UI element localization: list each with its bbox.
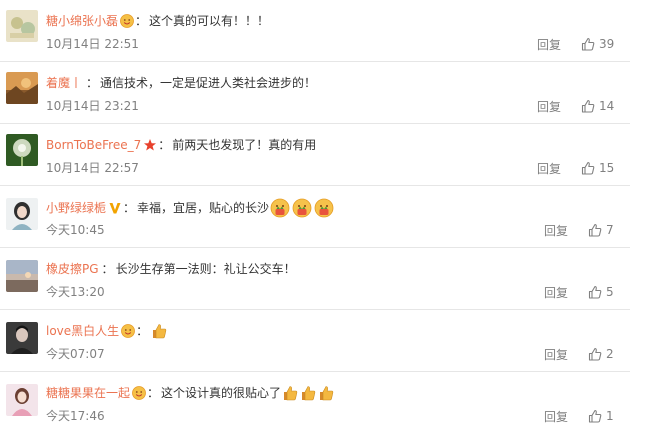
thumbs-up-emoji-icon <box>302 386 316 401</box>
avatar-sunset-sky-icon <box>6 260 38 292</box>
thumbs-up-icon <box>588 223 602 237</box>
comment-separator: ： <box>147 386 160 400</box>
comment-date: 今天10:45 <box>46 223 105 237</box>
comment-username[interactable]: 着魔丨 <box>46 74 82 92</box>
comment-item: BornToBeFree_7 ： 前两天也发现了！真的有用 10月14日 22:… <box>0 124 630 186</box>
user-avatar[interactable] <box>6 10 38 42</box>
comment-item: 糖小绵张小磊 ： 这个真的可以有！！！ 10月14日 22:51 回复 39 <box>0 0 630 62</box>
comment-item: love黑白人生 ： 今天07:07 回复 2 <box>0 310 630 372</box>
like-button[interactable]: 5 <box>588 284 614 300</box>
comment-separator: ： <box>86 76 99 90</box>
like-button[interactable]: 2 <box>588 346 614 362</box>
thumbs-up-icon <box>581 37 595 51</box>
comment-item: 糖糖果果在一起 ： 这个设计真的很贴心了 今天17:46 回复 1 <box>0 372 630 432</box>
like-count: 14 <box>599 99 615 113</box>
comment-item: 橡皮擦PG ： 长沙生存第一法则：礼让公交车！ 今天13:20 回复 5 <box>0 248 630 310</box>
reply-button[interactable]: 回复 <box>544 285 568 301</box>
reply-button[interactable]: 回复 <box>537 99 561 115</box>
reply-button[interactable]: 回复 <box>537 37 561 53</box>
comment-separator: ： <box>158 138 171 152</box>
like-count: 39 <box>599 37 615 51</box>
like-count: 2 <box>606 347 614 361</box>
reply-button[interactable]: 回复 <box>544 223 568 239</box>
comment-date: 10月14日 22:57 <box>46 161 139 175</box>
comment-date: 10月14日 22:51 <box>46 37 139 51</box>
avatar-dark-portrait-icon <box>6 322 38 354</box>
comment-username[interactable]: BornToBeFree_7 <box>46 136 141 154</box>
comment-separator: ： <box>135 14 148 28</box>
comment-date: 今天17:46 <box>46 409 105 423</box>
smiley-badge-icon <box>132 386 146 400</box>
reply-button[interactable]: 回复 <box>544 347 568 363</box>
red-star-icon <box>144 139 157 151</box>
reply-button[interactable]: 回复 <box>537 161 561 177</box>
thumbs-up-icon <box>588 409 602 423</box>
like-button[interactable]: 15 <box>581 160 614 176</box>
thumbs-up-icon <box>581 99 595 113</box>
avatar-orange-landscape-icon <box>6 72 38 104</box>
like-button[interactable]: 1 <box>588 408 614 424</box>
comment-list: 糖小绵张小磊 ： 这个真的可以有！！！ 10月14日 22:51 回复 39 着… <box>0 0 646 432</box>
thumbs-up-emoji-icon <box>320 386 334 401</box>
user-avatar[interactable] <box>6 260 38 292</box>
smiley-badge-icon <box>120 14 134 28</box>
comment-date: 今天07:07 <box>46 347 105 361</box>
avatar-green-dandelion-icon <box>6 134 38 166</box>
comment-item: 小野绿绿栀 ： 幸福，宜居，贴心的长沙 今天10:45 回复 7 <box>0 186 630 248</box>
comment-text: 这个真的可以有！！！ <box>149 14 270 28</box>
yellow-v-badge-icon <box>109 203 121 214</box>
smiley-badge-icon <box>121 324 136 338</box>
user-avatar[interactable] <box>6 134 38 166</box>
comment-username[interactable]: 糖小绵张小磊 <box>46 12 118 30</box>
thumbs-up-icon <box>588 285 602 299</box>
rose-emoji-icon <box>314 198 334 218</box>
user-avatar[interactable] <box>6 322 38 354</box>
thumbs-up-icon <box>588 347 602 361</box>
avatar-girl-portrait-icon <box>6 198 38 230</box>
user-avatar[interactable] <box>6 384 38 416</box>
comment-date: 10月14日 23:21 <box>46 99 139 113</box>
like-button[interactable]: 7 <box>588 222 614 238</box>
comment-text: 长沙生存第一法则：礼让公交车！ <box>115 262 296 276</box>
like-count: 5 <box>606 285 614 299</box>
reply-button[interactable]: 回复 <box>544 409 568 425</box>
thumbs-up-emoji-icon <box>284 386 298 401</box>
comment-username[interactable]: 糖糖果果在一起 <box>46 384 130 402</box>
comment-separator: ： <box>123 201 136 215</box>
comment-item: 着魔丨 ： 通信技术，一定是促进人类社会进步的！ 10月14日 23:21 回复… <box>0 62 630 124</box>
comment-separator: ： <box>101 262 114 276</box>
like-count: 15 <box>599 161 615 175</box>
rose-emoji-icon <box>292 198 312 218</box>
thumbs-up-emoji-icon <box>153 324 167 339</box>
like-button[interactable]: 39 <box>581 36 614 52</box>
comment-separator: ： <box>136 324 149 338</box>
comment-date: 今天13:20 <box>46 285 105 299</box>
comment-username[interactable]: 小野绿绿栀 <box>46 199 106 217</box>
comment-username[interactable]: 橡皮擦PG <box>46 260 99 278</box>
comment-text: 幸福，宜居，贴心的长沙 <box>137 201 270 215</box>
comment-text: 这个设计真的很贴心了 <box>161 386 282 400</box>
rose-emoji-icon <box>270 198 290 218</box>
like-count: 7 <box>606 223 614 237</box>
user-avatar[interactable] <box>6 198 38 230</box>
comment-text: 通信技术，一定是促进人类社会进步的！ <box>100 76 317 90</box>
like-count: 1 <box>606 409 614 423</box>
thumbs-up-icon <box>581 161 595 175</box>
comment-username[interactable]: love黑白人生 <box>46 322 119 340</box>
avatar-pink-girl-icon <box>6 384 38 416</box>
like-button[interactable]: 14 <box>581 98 614 114</box>
avatar-beige-pattern-icon <box>6 10 38 42</box>
user-avatar[interactable] <box>6 72 38 104</box>
comment-text: 前两天也发现了！真的有用 <box>172 138 317 152</box>
